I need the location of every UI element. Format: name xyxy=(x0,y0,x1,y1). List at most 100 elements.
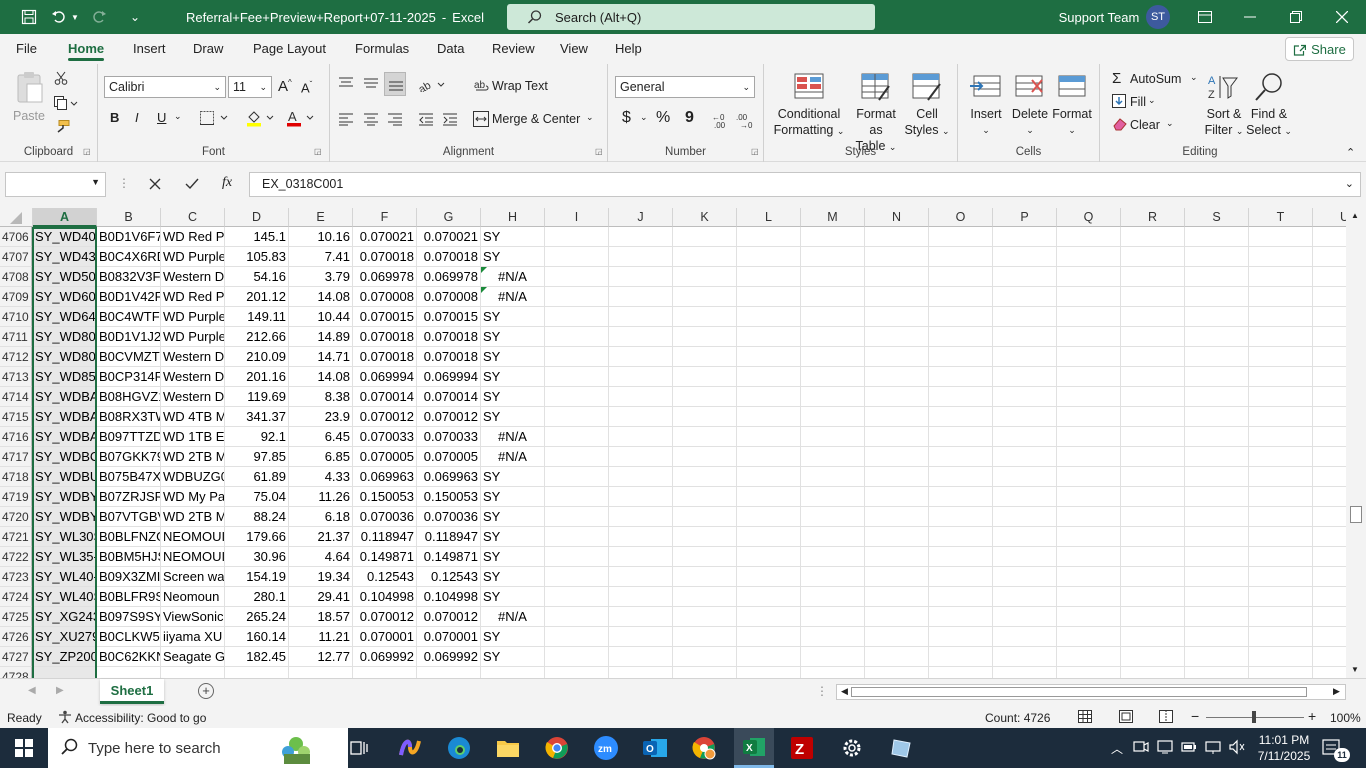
bold-button[interactable]: B xyxy=(110,110,119,125)
cell-k[interactable] xyxy=(673,287,737,307)
row-header[interactable]: 4716 xyxy=(0,427,32,447)
cell-b[interactable]: B0BM5HJS xyxy=(97,547,161,567)
cell-k[interactable] xyxy=(673,607,737,627)
cell-q[interactable] xyxy=(1057,347,1121,367)
cell-f[interactable]: 0.070012 xyxy=(353,607,417,627)
cell-e[interactable]: 7.41 xyxy=(289,247,353,267)
edge-icon[interactable] xyxy=(445,734,473,762)
cell-h[interactable]: SY xyxy=(481,227,545,247)
cell-b[interactable]: B0C62KKN xyxy=(97,647,161,667)
row-header[interactable]: 4713 xyxy=(0,367,32,387)
row-header[interactable]: 4723 xyxy=(0,567,32,587)
cell-l[interactable] xyxy=(737,287,801,307)
cell-k[interactable] xyxy=(673,407,737,427)
cell-n[interactable] xyxy=(865,267,929,287)
cell-q[interactable] xyxy=(1057,587,1121,607)
cell-g[interactable]: 0.070012 xyxy=(417,407,481,427)
cell-a[interactable]: SY_WDBU xyxy=(33,467,97,487)
cell-l[interactable] xyxy=(737,607,801,627)
cell-l[interactable] xyxy=(737,327,801,347)
cell-d[interactable]: 280.1 xyxy=(225,587,289,607)
row-header[interactable]: 4728 xyxy=(0,667,32,678)
select-all-corner[interactable] xyxy=(0,208,33,227)
redo-icon[interactable] xyxy=(88,0,110,34)
cell-u[interactable] xyxy=(1313,327,1346,347)
cell-g[interactable]: 0.069992 xyxy=(417,647,481,667)
cell-g[interactable]: 0.070036 xyxy=(417,507,481,527)
wrap-text-button[interactable]: Wrap Text xyxy=(492,79,548,93)
cell-e[interactable]: 10.44 xyxy=(289,307,353,327)
cell-d[interactable]: 105.83 xyxy=(225,247,289,267)
cell-b[interactable]: B0D1V42F xyxy=(97,287,161,307)
cell-m[interactable] xyxy=(801,347,865,367)
cell-u[interactable] xyxy=(1313,227,1346,247)
cell-m[interactable] xyxy=(801,587,865,607)
cell-m[interactable] xyxy=(801,307,865,327)
copilot-icon[interactable] xyxy=(396,734,424,762)
cell-m[interactable] xyxy=(801,487,865,507)
cell-p[interactable] xyxy=(993,547,1057,567)
cell-b[interactable]: B0D1V6F7 xyxy=(97,227,161,247)
cell-r[interactable] xyxy=(1121,647,1185,667)
cell-b[interactable]: B0BLFNZG xyxy=(97,527,161,547)
cell-h[interactable]: SY xyxy=(481,307,545,327)
cell-t[interactable] xyxy=(1249,627,1313,647)
cell-e[interactable]: 11.26 xyxy=(289,487,353,507)
find-select-button[interactable]: Find & Select ⌄ xyxy=(1246,72,1292,139)
align-right-icon[interactable] xyxy=(387,112,403,129)
row-header[interactable]: 4712 xyxy=(0,347,32,367)
cell-e[interactable]: 3.79 xyxy=(289,267,353,287)
cell-c[interactable]: WD Red P xyxy=(161,227,225,247)
battery-icon[interactable] xyxy=(1181,739,1197,758)
cell-u[interactable] xyxy=(1313,487,1346,507)
cell-h[interactable]: SY xyxy=(481,327,545,347)
filezilla-icon[interactable]: Z xyxy=(788,734,816,762)
alignment-launcher-icon[interactable]: ◲ xyxy=(595,147,603,156)
cell-q[interactable] xyxy=(1057,527,1121,547)
cell-s[interactable] xyxy=(1185,547,1249,567)
cell-q[interactable] xyxy=(1057,407,1121,427)
cell-p[interactable] xyxy=(993,247,1057,267)
cell-e[interactable] xyxy=(289,667,353,678)
cell-c[interactable]: WD 2TB M xyxy=(161,447,225,467)
delete-cells-button[interactable]: Delete ⌄ xyxy=(1008,72,1052,138)
restore-icon[interactable] xyxy=(1284,0,1308,34)
cell-c[interactable]: WD Purple xyxy=(161,327,225,347)
cell-r[interactable] xyxy=(1121,387,1185,407)
cell-t[interactable] xyxy=(1249,407,1313,427)
cell-u[interactable] xyxy=(1313,587,1346,607)
cell-d[interactable]: 201.16 xyxy=(225,367,289,387)
tab-review[interactable]: Review xyxy=(492,34,535,64)
cell-e[interactable]: 4.64 xyxy=(289,547,353,567)
cell-q[interactable] xyxy=(1057,427,1121,447)
cell-m[interactable] xyxy=(801,287,865,307)
cell-d[interactable]: 212.66 xyxy=(225,327,289,347)
cell-d[interactable]: 88.24 xyxy=(225,507,289,527)
cell-g[interactable]: 0.070018 xyxy=(417,347,481,367)
cell-m[interactable] xyxy=(801,507,865,527)
number-format-select[interactable]: General ⌄ xyxy=(615,76,755,98)
cell-e[interactable]: 12.77 xyxy=(289,647,353,667)
row-header[interactable]: 4717 xyxy=(0,447,32,467)
align-left-icon[interactable] xyxy=(338,112,354,129)
cell-s[interactable] xyxy=(1185,567,1249,587)
cell-a[interactable]: SY_WD64I xyxy=(33,307,97,327)
cell-p[interactable] xyxy=(993,387,1057,407)
cell-i[interactable] xyxy=(545,467,609,487)
cell-i[interactable] xyxy=(545,447,609,467)
cell-m[interactable] xyxy=(801,367,865,387)
cell-j[interactable] xyxy=(609,487,673,507)
column-header-u[interactable]: U xyxy=(1313,208,1346,227)
cell-c[interactable]: WD 1TB El xyxy=(161,427,225,447)
cell-t[interactable] xyxy=(1249,247,1313,267)
cell-s[interactable] xyxy=(1185,647,1249,667)
column-header-h[interactable]: H xyxy=(481,208,545,227)
cell-g[interactable]: 0.149871 xyxy=(417,547,481,567)
cell-j[interactable] xyxy=(609,247,673,267)
cell-l[interactable] xyxy=(737,447,801,467)
autosum-button[interactable]: AutoSum xyxy=(1130,72,1181,86)
align-middle-icon[interactable] xyxy=(363,76,379,93)
undo-icon[interactable] xyxy=(48,0,70,34)
cell-p[interactable] xyxy=(993,367,1057,387)
cell-p[interactable] xyxy=(993,307,1057,327)
